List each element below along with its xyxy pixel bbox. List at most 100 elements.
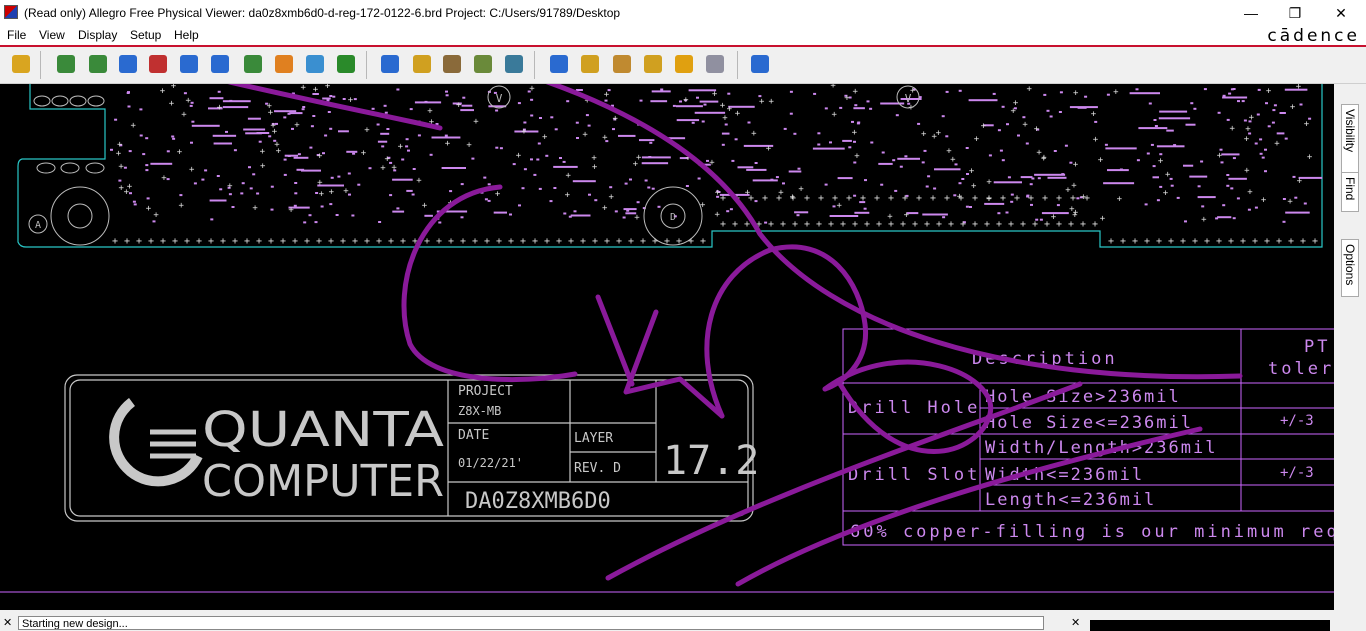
component-pad (1025, 142, 1029, 145)
via-cross: + (521, 127, 527, 137)
edge-pin: + (160, 236, 166, 247)
component-pad (837, 177, 853, 180)
zoom-world-button[interactable] (86, 52, 110, 76)
via-cross: + (529, 84, 535, 94)
component-pad (191, 120, 195, 123)
command-console[interactable]: Starting new design... (18, 616, 1044, 630)
component-pad (1261, 156, 1265, 159)
component-pad (396, 88, 400, 91)
component-pad (1276, 132, 1285, 135)
tab-find[interactable]: Find (1341, 172, 1359, 212)
component-pad (699, 100, 719, 103)
date-value: 01/22/21' (458, 456, 523, 470)
component-pad (797, 167, 801, 170)
component-pad (1226, 118, 1230, 121)
open-button[interactable] (9, 52, 33, 76)
component-pad (636, 201, 640, 204)
edge-pin: + (256, 236, 262, 247)
close-command-pane-icon[interactable]: ✕ (3, 616, 12, 629)
minimize-button[interactable]: — (1228, 2, 1274, 24)
pcb-canvas[interactable]: + + + + + + + + + + + + + + + + + + + + + + + + + + + + + + + + + + + + + + + +… (0, 84, 1334, 610)
component-pad (283, 158, 287, 161)
company-name-line1: QUANTA (202, 402, 444, 458)
zoom-out-button[interactable] (208, 52, 232, 76)
zoom-previous-button[interactable] (241, 52, 265, 76)
component-pad (342, 98, 346, 100)
component-pad (405, 138, 409, 141)
info-button[interactable] (547, 52, 571, 76)
menu-display[interactable]: Display (78, 28, 117, 42)
grid-button[interactable] (378, 52, 402, 76)
close-worldview-pane-icon[interactable]: ✕ (1071, 616, 1080, 629)
zoom-fit-button[interactable] (54, 52, 78, 76)
component-pad (523, 168, 527, 171)
flip-board-button[interactable] (334, 52, 358, 76)
via-cross: + (722, 114, 728, 124)
menu-setup[interactable]: Setup (130, 28, 161, 42)
edge-pin: + (1042, 193, 1048, 204)
component-pad (258, 140, 262, 143)
via-cross: + (1041, 154, 1047, 164)
component-pad (1148, 102, 1152, 105)
highlight-brush-button[interactable] (641, 52, 665, 76)
component-pad (376, 123, 380, 126)
edge-pin: + (448, 236, 454, 247)
tab-options[interactable]: Options (1341, 239, 1359, 297)
component-pad (533, 173, 537, 176)
zoom-window-button[interactable] (146, 52, 170, 76)
component-pad (383, 104, 387, 107)
menu-file[interactable]: File (7, 28, 26, 42)
component-pad (696, 96, 699, 99)
shadow-mode-button[interactable] (440, 52, 464, 76)
view-3d-button[interactable] (303, 52, 327, 76)
component-pad (329, 95, 333, 97)
component-pad (594, 199, 598, 202)
dehighlight-button[interactable] (703, 52, 727, 76)
component-pad (401, 158, 405, 161)
measure-button[interactable] (610, 52, 634, 76)
help-button[interactable] (748, 52, 772, 76)
color-layers-button[interactable] (410, 52, 434, 76)
edge-pin: + (1044, 219, 1050, 230)
zoom-in-button[interactable] (177, 52, 201, 76)
close-button[interactable]: ✕ (1318, 2, 1364, 24)
component-pad (368, 167, 372, 170)
component-pad (727, 92, 731, 95)
world-view-minimap[interactable] (1090, 620, 1330, 631)
layer-stack-button[interactable] (471, 52, 495, 76)
component-pad (327, 111, 331, 113)
edge-pin: + (280, 236, 286, 247)
via-cross: + (153, 210, 159, 220)
maximize-button[interactable]: ❐ (1272, 2, 1318, 24)
component-pad (1022, 116, 1026, 119)
component-pad (878, 162, 893, 165)
component-pad (1105, 147, 1137, 150)
component-pad (171, 135, 175, 138)
zoom-points-button[interactable] (116, 52, 140, 76)
component-pad (512, 163, 516, 166)
tab-visibility[interactable]: Visibility (1341, 104, 1359, 174)
component-pad (332, 95, 336, 98)
component-pad (965, 205, 969, 208)
component-pad (813, 92, 817, 95)
drill-col-pt: PT (1304, 337, 1330, 357)
redraw-button[interactable] (272, 52, 296, 76)
zoom-in-icon (180, 55, 198, 73)
via-cross: + (981, 122, 987, 132)
constraint-manager-button[interactable] (502, 52, 526, 76)
component-pad (968, 99, 998, 102)
via-cross: + (1274, 139, 1280, 149)
menu-help[interactable]: Help (174, 28, 199, 42)
menu-view[interactable]: View (39, 28, 65, 42)
component-pad (495, 146, 499, 149)
toolbar-separator (737, 51, 738, 79)
component-pad (523, 121, 527, 124)
via-cross: + (1011, 106, 1017, 116)
report-button[interactable] (578, 52, 602, 76)
component-pad (897, 157, 920, 160)
edge-pin: + (818, 193, 824, 204)
via-cross: + (565, 190, 571, 200)
via-cross: + (268, 108, 274, 118)
component-pad (483, 176, 487, 179)
brightness-sun-button[interactable] (672, 52, 696, 76)
